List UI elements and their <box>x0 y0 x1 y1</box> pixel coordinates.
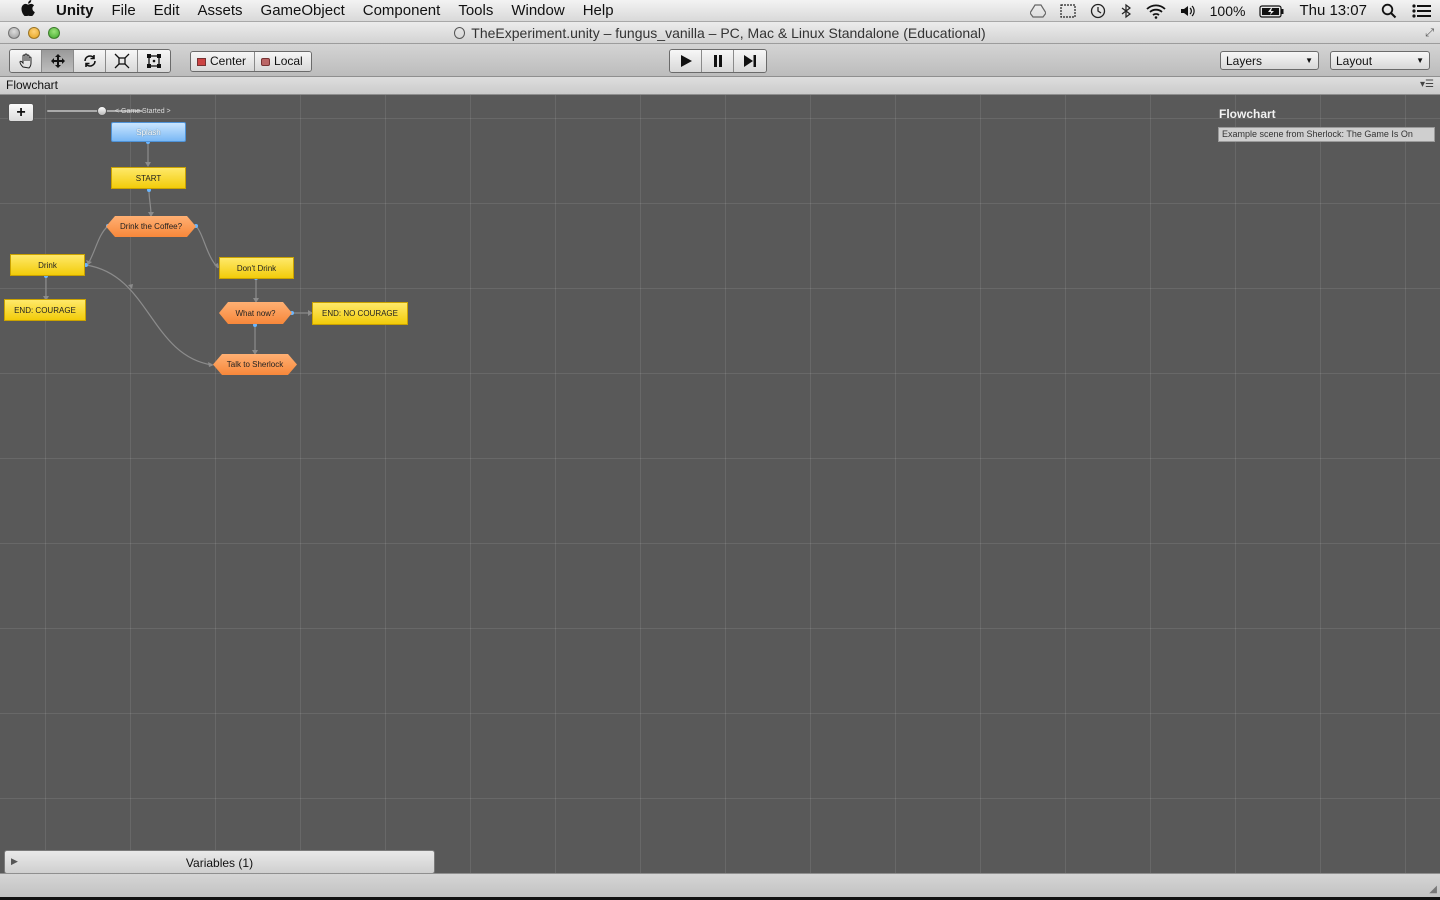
menu-tools[interactable]: Tools <box>449 0 502 22</box>
pause-button[interactable] <box>702 50 734 72</box>
hand-tool-button[interactable] <box>10 50 42 72</box>
pivot-local-label: Local <box>274 54 303 68</box>
google-drive-icon[interactable] <box>1023 0 1053 22</box>
playback-controls <box>669 49 767 73</box>
menu-bar: Unity File Edit Assets GameObject Compon… <box>0 0 1440 22</box>
volume-icon[interactable] <box>1173 0 1203 22</box>
block-drink-the-coffee[interactable]: Drink the Coffee? <box>106 216 196 237</box>
step-icon <box>744 55 756 67</box>
unity-toolbar: Center Local Layers ▼ Layout ▼ <box>0 44 1440 77</box>
spotlight-icon[interactable] <box>1374 0 1404 22</box>
menu-edit[interactable]: Edit <box>145 0 189 22</box>
block-connections <box>43 140 313 367</box>
transform-tools <box>9 49 171 73</box>
add-block-button[interactable]: + <box>8 103 34 122</box>
layers-dropdown[interactable]: Layers ▼ <box>1220 51 1319 70</box>
flowchart-name: Flowchart <box>1219 107 1276 121</box>
flowchart-description[interactable]: Example scene from Sherlock: The Game Is… <box>1218 127 1435 142</box>
clock[interactable]: Thu 13:07 <box>1292 0 1374 22</box>
hand-icon <box>18 53 31 69</box>
rotate-icon <box>83 55 96 67</box>
window-title-bar: TheExperiment.unity – fungus_vanilla – P… <box>0 22 1440 44</box>
move-tool-button[interactable] <box>42 50 74 72</box>
wifi-icon[interactable] <box>1139 0 1173 22</box>
menu-file[interactable]: File <box>103 0 145 22</box>
layout-dropdown[interactable]: Layout ▼ <box>1330 51 1430 70</box>
step-button[interactable] <box>734 50 766 72</box>
play-button[interactable] <box>670 50 702 72</box>
scale-icon <box>114 53 129 69</box>
menu-assets[interactable]: Assets <box>189 0 252 22</box>
block-end-courage[interactable]: END: COURAGE <box>4 299 86 321</box>
block-drink[interactable]: Drink <box>10 254 85 276</box>
pivot-local-icon <box>261 57 271 66</box>
menu-component[interactable]: Component <box>354 0 450 22</box>
layout-label: Layout <box>1336 54 1373 68</box>
flowchart-canvas[interactable]: + < Game Started > Splash START Drink th… <box>0 95 1440 873</box>
time-machine-icon[interactable] <box>1083 0 1113 22</box>
block-end-no-courage[interactable]: END: NO COURAGE <box>312 302 408 325</box>
tab-flowchart[interactable]: Flowchart <box>6 78 58 92</box>
pivot-local-button[interactable]: Local <box>255 52 311 71</box>
block-talk-to-sherlock[interactable]: Talk to Sherlock <box>213 354 297 375</box>
dropdown-arrow-icon: ▼ <box>1305 56 1313 65</box>
dropdown-arrow-icon: ▼ <box>1416 56 1424 65</box>
menu-gameobject[interactable]: GameObject <box>252 0 354 22</box>
variables-foldout[interactable]: ▶ Variables (1) <box>4 850 435 873</box>
pivot-center-button[interactable]: Center <box>191 52 256 71</box>
scale-tool-button[interactable] <box>106 50 138 72</box>
block-start[interactable]: START <box>111 167 186 189</box>
variables-label: Variables (1) <box>185 856 254 870</box>
panel-menu-icon[interactable]: ▾☰ <box>1420 79 1434 90</box>
rect-icon <box>147 54 161 68</box>
block-splash[interactable]: Splash <box>111 122 186 142</box>
block-what-now[interactable]: What now? <box>219 302 292 324</box>
block-dont-drink[interactable]: Don't Drink <box>219 257 294 279</box>
move-icon <box>50 54 65 68</box>
menu-app-unity[interactable]: Unity <box>56 0 103 22</box>
battery-icon[interactable] <box>1252 0 1292 22</box>
menu-help[interactable]: Help <box>574 0 623 22</box>
flowchart-panel-header: Flowchart ▾☰ <box>0 77 1440 95</box>
zoom-slider-handle[interactable] <box>97 106 107 116</box>
layers-label: Layers <box>1226 54 1263 68</box>
fullscreen-icon[interactable]: ⤢ <box>1425 27 1434 40</box>
unity-document-icon <box>454 27 466 39</box>
rect-tool-button[interactable] <box>138 50 170 72</box>
window-title-text: TheExperiment.unity – fungus_vanilla – P… <box>471 25 986 41</box>
status-bar: ◢ <box>0 873 1440 897</box>
status-menus: 100% Thu 13:07 <box>1023 0 1440 22</box>
pivot-center-icon <box>197 57 206 66</box>
pivot-center-label: Center <box>210 54 247 68</box>
notification-center-icon[interactable] <box>1404 0 1440 22</box>
battery-percent: 100% <box>1209 3 1246 19</box>
bluetooth-icon[interactable] <box>1113 0 1139 22</box>
menu-window[interactable]: Window <box>502 0 573 22</box>
screen-capture-icon[interactable] <box>1053 0 1083 22</box>
play-icon <box>680 55 692 67</box>
pivot-toggles: Center Local <box>190 51 312 72</box>
apple-icon[interactable] <box>0 0 56 21</box>
pause-icon <box>713 55 722 67</box>
window-title: TheExperiment.unity – fungus_vanilla – P… <box>0 22 1440 44</box>
event-handler-label: < Game Started > <box>115 108 171 115</box>
resize-grip-icon[interactable]: ◢ <box>1429 884 1437 895</box>
rotate-tool-button[interactable] <box>74 50 106 72</box>
